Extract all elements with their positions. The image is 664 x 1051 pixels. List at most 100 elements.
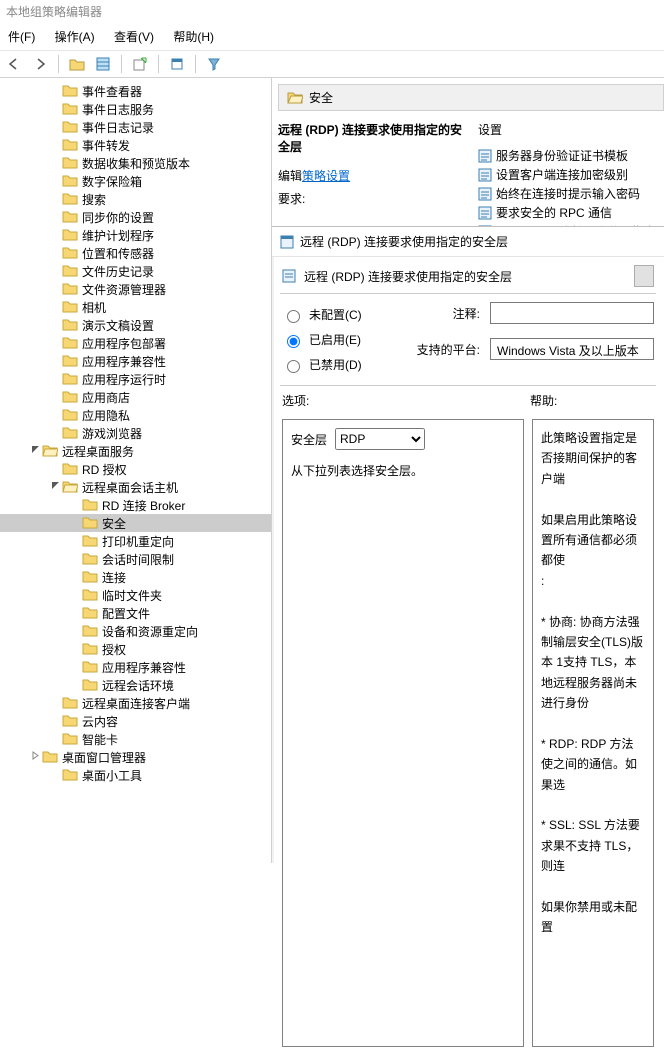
tree-item[interactable]: 应用程序兼容性 [0,352,271,370]
tree-item-label: 数据收集和预览版本 [82,155,190,172]
tree-item[interactable]: 事件查看器 [0,82,271,100]
tree-item-label: 数字保险箱 [82,173,142,190]
tree-item[interactable]: 维护计划程序 [0,226,271,244]
export-icon[interactable] [130,54,150,74]
tree-item[interactable]: 授权 [0,640,271,658]
tree-item[interactable]: 连接 [0,568,271,586]
tree-item[interactable]: 远程会话环境 [0,676,271,694]
setting-label: 要求安全的 RPC 通信 [496,204,612,221]
folder-icon [62,372,78,386]
forward-icon[interactable] [30,54,50,74]
tree-item-label: 事件查看器 [82,83,142,100]
tree-item[interactable]: 桌面小工具 [0,766,271,784]
folder-open-icon [42,444,58,458]
chevron-down-icon[interactable] [48,481,62,493]
tree-item[interactable]: 文件历史记录 [0,262,271,280]
tree-item-label: 打印机重定向 [102,533,174,550]
folder-icon [62,462,78,476]
edit-policy-link[interactable]: 策略设置 [302,169,350,183]
folder-icon [82,660,98,674]
setting-item[interactable]: 始终在连接时提示输入密码 [478,184,658,203]
folder-icon [82,588,98,602]
tree-item[interactable]: 数字保险箱 [0,172,271,190]
tree-item[interactable]: 云内容 [0,712,271,730]
tree-item[interactable]: 远程桌面连接客户端 [0,694,271,712]
radio-disabled[interactable]: 已禁用(D) [282,352,392,377]
tree-item[interactable]: 游戏浏览器 [0,424,271,442]
toolbar [0,51,664,78]
folder-icon [62,732,78,746]
tree-item-label: 配置文件 [102,605,150,622]
menu-help[interactable]: 帮助(H) [165,25,222,48]
tree-item[interactable]: 临时文件夹 [0,586,271,604]
chevron-right-icon[interactable] [28,751,42,763]
tree-item[interactable]: 会话时间限制 [0,550,271,568]
options-instruction: 从下拉列表选择安全层。 [291,462,515,479]
tree-item[interactable]: 打印机重定向 [0,532,271,550]
tree-item[interactable]: 应用程序包部署 [0,334,271,352]
tree-item[interactable]: 配置文件 [0,604,271,622]
tree-item[interactable]: 相机 [0,298,271,316]
folder-open-icon [62,480,78,494]
info-pane: 远程 (RDP) 连接要求使用指定的安全层 编辑策略设置 要求: 设置 服务器身… [272,115,664,241]
tree-item[interactable]: 事件日志服务 [0,100,271,118]
tree-item[interactable]: 数据收集和预览版本 [0,154,271,172]
filter-icon[interactable] [204,54,224,74]
help-text-line [541,877,645,897]
tree-item[interactable]: 远程桌面服务 [0,442,271,460]
menu-action[interactable]: 操作(A) [47,25,103,48]
setting-item[interactable]: 服务器身份验证证书模板 [478,146,658,165]
setting-item[interactable]: 设置客户端连接加密级别 [478,165,658,184]
menu-file[interactable]: 件(F) [0,25,43,48]
comment-input[interactable] [490,302,654,324]
radio-group: 未配置(C) 已启用(E) 已禁用(D) [282,302,392,377]
help-box: 此策略设置指定是否接期间保护的客户端 如果启用此策略设置所有通信都必须都使: *… [532,419,654,1047]
setting-label: 始终在连接时提示输入密码 [496,185,640,202]
tree-item[interactable]: 应用商店 [0,388,271,406]
breadcrumb: 安全 [278,84,664,111]
folder-icon [42,750,58,764]
tree-item[interactable]: 应用程序运行时 [0,370,271,388]
tree-item[interactable]: 应用隐私 [0,406,271,424]
tree-item-label: 事件转发 [82,137,130,154]
radio-enabled[interactable]: 已启用(E) [282,327,392,352]
platform-value: Windows Vista 及以上版本 [490,338,654,360]
tree-item[interactable]: 搜索 [0,190,271,208]
folder-icon [62,696,78,710]
tree-item[interactable]: 远程桌面会话主机 [0,478,271,496]
tree-item-label: 云内容 [82,713,118,730]
folder-icon [62,408,78,422]
security-layer-select[interactable]: RDP [335,428,425,450]
folder-icon [62,336,78,350]
list-icon[interactable] [93,54,113,74]
tree-item[interactable]: 同步你的设置 [0,208,271,226]
setting-label: 设置客户端连接加密级别 [496,166,628,183]
tree-item[interactable]: 桌面窗口管理器 [0,748,271,766]
tree-item[interactable]: 文件资源管理器 [0,280,271,298]
tree-item[interactable]: 位置和传感器 [0,244,271,262]
prev-setting-button[interactable] [634,265,654,287]
folder-icon[interactable] [67,54,87,74]
tree-item[interactable]: 安全 [0,514,271,532]
folder-icon [82,552,98,566]
tree-item[interactable]: 事件转发 [0,136,271,154]
properties-icon[interactable] [167,54,187,74]
tree-item-label: 智能卡 [82,731,118,748]
tree-item[interactable]: 智能卡 [0,730,271,748]
tree-item[interactable]: RD 授权 [0,460,271,478]
tree-item[interactable]: 设备和资源重定向 [0,622,271,640]
tree-item-label: 游戏浏览器 [82,425,142,442]
tree-item[interactable]: RD 连接 Broker [0,496,271,514]
tree-item[interactable]: 演示文稿设置 [0,316,271,334]
setting-item[interactable]: 要求安全的 RPC 通信 [478,203,658,222]
folder-icon [62,120,78,134]
back-icon[interactable] [4,54,24,74]
tree-item[interactable]: 应用程序兼容性 [0,658,271,676]
main-area: 事件查看器事件日志服务事件日志记录事件转发数据收集和预览版本数字保险箱搜索同步你… [0,78,664,863]
chevron-down-icon[interactable] [28,445,42,457]
radio-not-configured[interactable]: 未配置(C) [282,302,392,327]
tree-panel[interactable]: 事件查看器事件日志服务事件日志记录事件转发数据收集和预览版本数字保险箱搜索同步你… [0,78,272,863]
folder-icon [82,606,98,620]
tree-item[interactable]: 事件日志记录 [0,118,271,136]
menu-view[interactable]: 查看(V) [106,25,162,48]
